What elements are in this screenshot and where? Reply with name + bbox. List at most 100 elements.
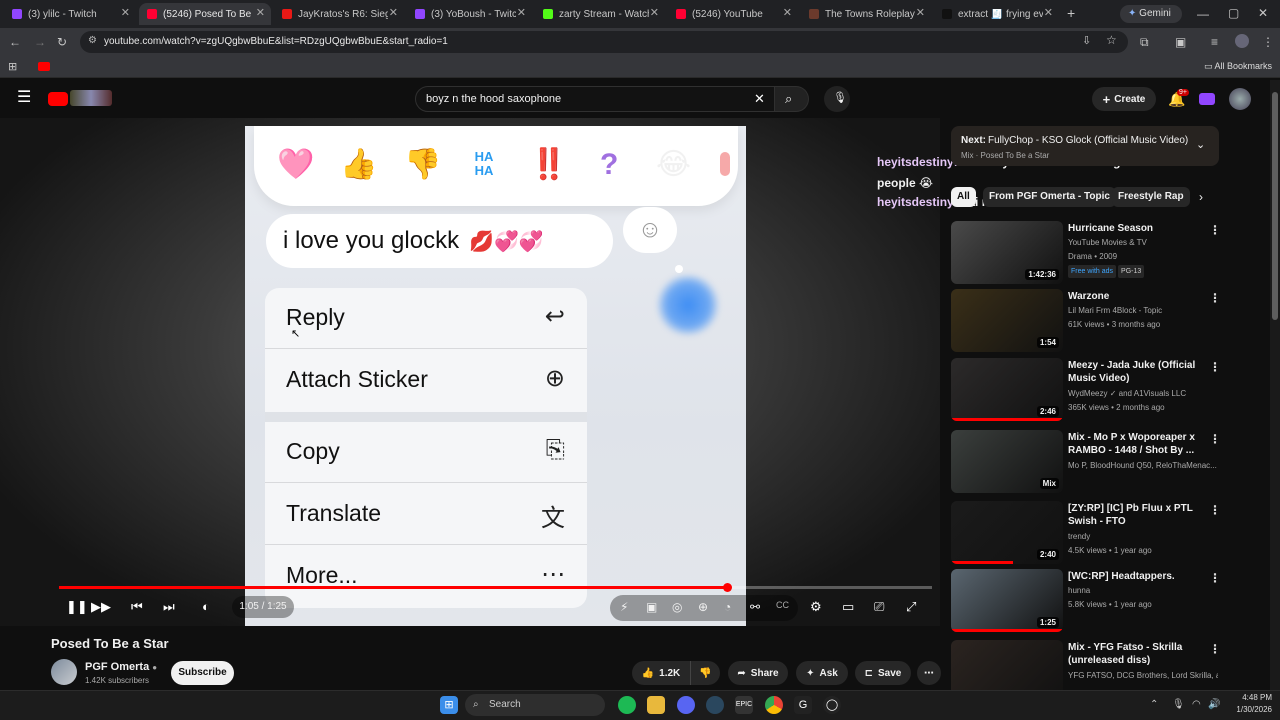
video-thumbnail[interactable]: 1:42:36 [951,221,1063,284]
more-vertical-icon[interactable]: ⋮ [1209,223,1221,237]
browser-tab[interactable]: (5246) Posed To Be ✕ [139,3,271,25]
create-button[interactable]: + Create [1092,87,1156,111]
recommended-video[interactable]: 1:42:36 Hurricane Season YouTube Movies & … [951,221,1221,285]
forward-icon[interactable]: → [34,35,46,49]
pause-icon[interactable]: ❚❚ [66,598,88,616]
chevron-down-icon[interactable]: ⌄ [1196,138,1205,151]
clear-search-icon[interactable]: ✕ [754,91,765,107]
reload-icon[interactable]: ↻ [57,35,67,49]
browser-tab[interactable]: extract 🧾 frying every✕ [934,3,1059,25]
browser-tab[interactable]: The Towns Roleplay ✕ [801,3,931,25]
recommended-video[interactable]: 1:25 [WC:RP] Headtappers. hunna 5.8K views … [951,569,1221,633]
video-title[interactable]: Warzone [1068,290,1208,303]
video-title[interactable]: [ZY:RP] [IC] Pb Fluu x PTL Swish - FTO [1068,502,1208,528]
captions-icon[interactable]: CC [776,600,789,610]
extensions-icon[interactable]: ⧉ [1140,35,1149,49]
scrollbar-thumb[interactable] [1272,92,1278,320]
video-thumbnail[interactable]: 1:25 [951,569,1063,632]
video-title[interactable]: [WC:RP] Headtappers. [1068,570,1208,583]
video-thumbnail[interactable]: 1:54 [951,289,1063,352]
twitch-extension-icon[interactable] [1199,93,1215,105]
chips-next-icon[interactable]: › [1199,190,1203,204]
profile-avatar[interactable] [1235,34,1249,48]
subscribe-button[interactable]: Subscribe [171,661,234,685]
filter-chip[interactable]: Freestyle Rap [1112,187,1190,207]
app-icon-ring[interactable]: ◯ [823,696,841,714]
tray-expand-icon[interactable]: ⌃ [1150,698,1158,712]
close-window-icon[interactable]: ✕ [1258,6,1268,20]
video-title[interactable]: Mix - Mo P x Woporeaper x RAMBO - 1448 /… [1068,431,1208,457]
loop-icon[interactable]: ⊕ [698,600,708,614]
volume-icon[interactable]: ◐ [202,598,210,616]
search-input[interactable]: boyz n the hood saxophone ✕ [415,86,775,112]
share-button[interactable]: ➦ Share [728,661,788,685]
recommended-video[interactable]: Mix Mix - Mo P x Woporeaper x RAMBO - 144… [951,430,1221,494]
previous-icon[interactable]: ⏮ [131,598,143,616]
recommended-video[interactable]: 2:40 [ZY:RP] [IC] Pb Fluu x PTL Swish - F… [951,501,1221,565]
file-explorer-icon[interactable] [647,696,665,714]
install-icon[interactable]: ⇩ [1082,34,1091,47]
tab-close-icon[interactable]: ✕ [916,6,925,19]
dislike-button[interactable]: 👎 [690,661,720,685]
filter-chip[interactable]: From PGF Omerta - Topic [983,187,1116,207]
speed-icon[interactable]: ◔ [724,600,731,614]
video-title[interactable]: Hurricane Season [1068,222,1208,235]
more-vertical-icon[interactable]: ⋮ [1209,503,1221,517]
browser-tab[interactable]: JayKratos's R6: Siege O✕ [274,3,404,25]
fast-forward-icon[interactable]: ▶▶ [91,598,111,616]
spotify-icon[interactable] [618,696,636,714]
apps-icon[interactable]: ⊞ [8,60,17,74]
autoplay-icon[interactable]: ◎ [672,600,682,614]
discord-icon[interactable] [677,696,695,714]
clock-date[interactable]: 1/30/2026 [1226,705,1272,714]
tab-close-icon[interactable]: ✕ [650,6,659,19]
search-button[interactable]: ⌕ [775,86,809,112]
tab-close-icon[interactable]: ✕ [517,6,526,19]
back-icon[interactable]: ← [9,35,21,49]
theater-mode-icon[interactable]: ▭ [842,598,854,616]
tray-volume-icon[interactable]: 🔊 [1208,698,1220,712]
more-vertical-icon[interactable]: ⋮ [1209,571,1221,585]
settings-gear-icon[interactable]: ⚙ [810,598,822,616]
youtube-logo[interactable] [48,92,68,106]
channel-avatar[interactable] [51,659,77,685]
chrome-icon[interactable] [765,696,783,714]
site-info-icon[interactable]: ⚙ [88,35,97,46]
browser-tab[interactable]: (3) ylilc - Twitch ✕ [4,3,136,25]
tab-close-icon[interactable]: ✕ [389,6,398,19]
miniplayer-icon[interactable]: ▣ [646,600,657,614]
more-vertical-icon[interactable]: ⋮ [1209,291,1221,305]
video-thumbnail[interactable]: 2:46 [951,358,1063,421]
more-actions-button[interactable]: ⋯ [917,661,941,685]
stable-volume-icon[interactable]: ⚡ [620,600,628,614]
steam-icon[interactable] [706,696,724,714]
scrubber-handle[interactable] [723,583,732,592]
side-panel-icon[interactable]: ▣ [1175,35,1186,49]
address-bar[interactable]: ⚙ youtube.com/watch?v=zgUQgbwBbuE&list=R… [80,31,1128,53]
video-thumbnail[interactable]: 2:40 [951,501,1063,564]
recommended-video[interactable]: 1:54 Warzone Lil Mari Frm 4Block - Topic 61… [951,289,1221,353]
more-vertical-icon[interactable]: ⋮ [1209,642,1221,656]
link-icon[interactable]: ⚯ [750,600,760,614]
tab-close-icon[interactable]: ✕ [256,6,265,19]
channel-name[interactable]: PGF Omerta ● [85,661,157,673]
tab-close-icon[interactable]: ✕ [121,6,130,19]
filter-chip[interactable]: All [951,187,976,207]
all-bookmarks[interactable]: ▭ All Bookmarks [1204,61,1272,72]
video-title[interactable]: Meezy - Jada Juke (Official Music Video) [1068,359,1208,385]
minimize-icon[interactable]: — [1197,7,1209,21]
gemini-button[interactable]: ✦ Gemini [1120,5,1182,23]
hamburger-menu-icon[interactable]: ☰ [17,90,31,106]
account-avatar[interactable] [1229,88,1251,110]
maximize-icon[interactable]: ▢ [1228,6,1239,20]
windows-start-icon[interactable]: ⊞ [440,696,458,714]
taskbar-search[interactable]: ⌕ Search [465,694,605,716]
youtube-bookmark-icon[interactable] [38,62,50,71]
app-icon-g[interactable]: G [794,696,812,714]
tab-close-icon[interactable]: ✕ [1044,6,1053,19]
cast-icon[interactable]: ⎚ [874,598,884,616]
video-thumbnail[interactable]: Mix [951,430,1063,493]
browser-tab[interactable]: zarty Stream - Watch Li✕ [535,3,665,25]
fullscreen-icon[interactable]: ⤢ [906,598,916,616]
recommended-video[interactable]: 2:46 Meezy - Jada Juke (Official Music Vi… [951,358,1221,422]
